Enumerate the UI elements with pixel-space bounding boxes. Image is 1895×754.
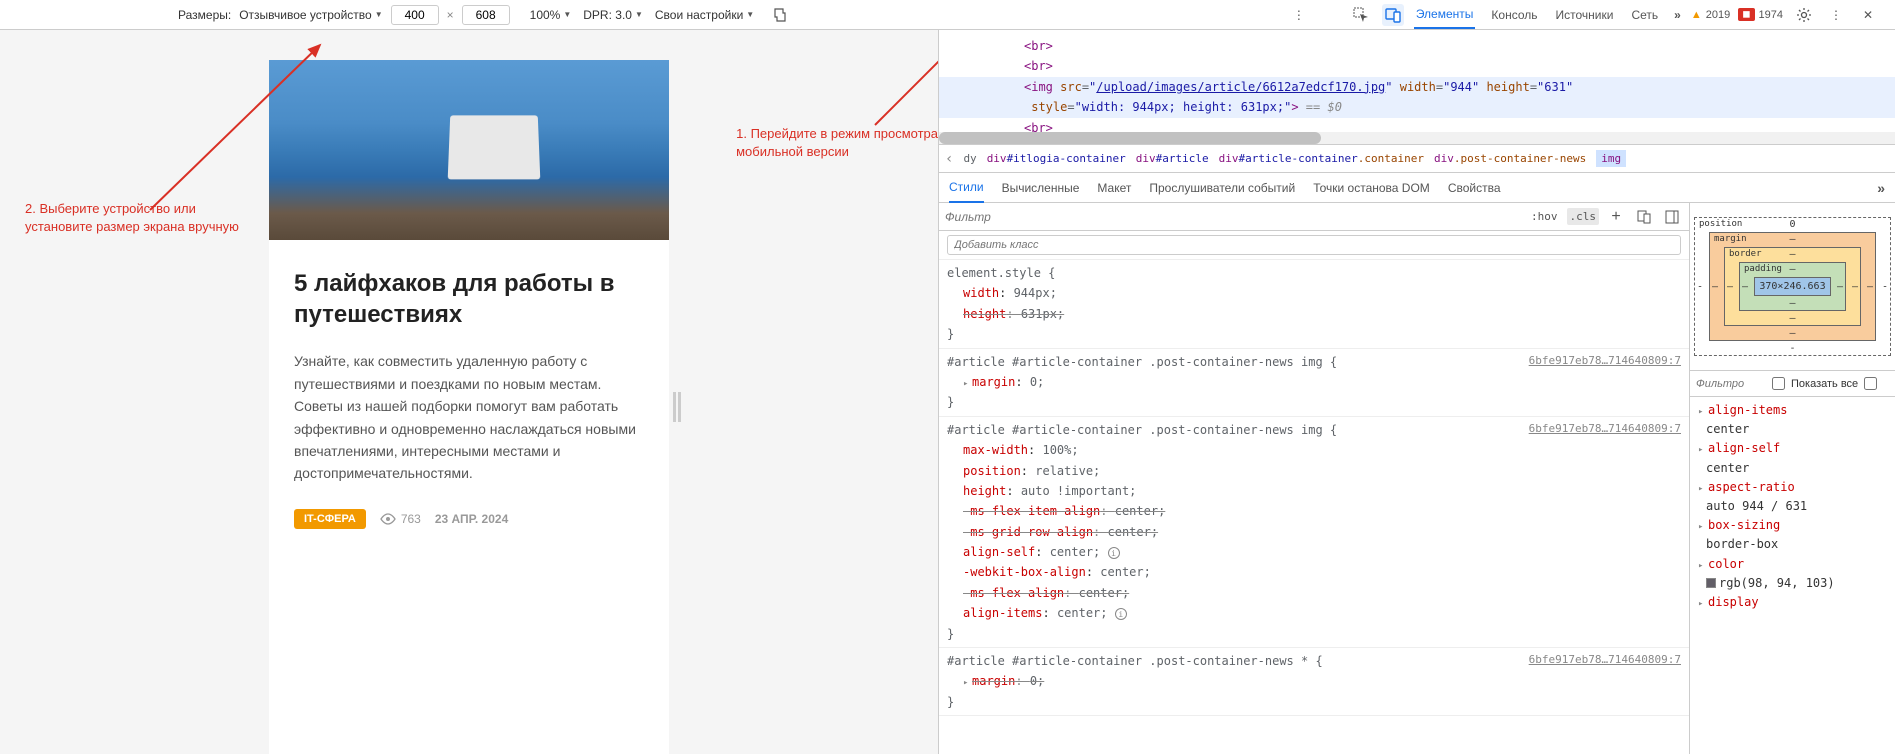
width-input[interactable] xyxy=(391,5,439,25)
group-checkbox[interactable] xyxy=(1864,377,1877,390)
zoom-value: 100% xyxy=(530,8,561,22)
device-viewport: 2. Выберите устройство или установите ра… xyxy=(0,30,938,754)
article-text: Узнайте, как совместить удаленную работу… xyxy=(294,350,644,484)
breadcrumb-item[interactable]: dy xyxy=(963,152,976,165)
settings-label: Свои настройки xyxy=(655,8,743,22)
views-count: 763 xyxy=(380,512,421,526)
device-controls: Размеры: Отзывчивое устройство ▼ × 100% … xyxy=(8,4,790,26)
dpr-value: DPR: 3.0 xyxy=(583,8,632,22)
settings-dropdown[interactable]: Свои настройки ▼ xyxy=(655,8,754,22)
article-title: 5 лайфхаков для работы в путешествиях xyxy=(294,268,644,330)
device-toolbar: Размеры: Отзывчивое устройство ▼ × 100% … xyxy=(0,0,1895,30)
subtab-listeners[interactable]: Прослушиватели событий xyxy=(1149,174,1295,202)
eye-icon xyxy=(380,513,396,525)
inspect-icon[interactable] xyxy=(1350,4,1372,26)
breadcrumb-item-selected[interactable]: img xyxy=(1596,150,1626,167)
devtools-tabs: Элементы Консоль Источники Сеть » xyxy=(1414,1,1681,29)
device-icon[interactable] xyxy=(1633,206,1655,228)
annotation-1: 1. Перейдите в режим просмотра мобильной… xyxy=(736,125,938,161)
subtab-layout[interactable]: Макет xyxy=(1097,174,1131,202)
device-mode-icon[interactable] xyxy=(1382,4,1404,26)
styles-filter-row: :hov .cls + xyxy=(939,203,1689,231)
article-date: 23 АПР. 2024 xyxy=(435,512,508,526)
article-content: 5 лайфхаков для работы в путешествиях Уз… xyxy=(269,240,669,557)
category-badge[interactable]: IT-СФЕРА xyxy=(294,509,366,529)
resize-handle[interactable] xyxy=(673,392,683,422)
article-meta: IT-СФЕРА 763 23 АПР. 2024 xyxy=(294,509,644,529)
panel-icon[interactable] xyxy=(1661,206,1683,228)
chevron-down-icon: ▼ xyxy=(563,10,571,19)
horizontal-scrollbar[interactable] xyxy=(939,132,1895,144)
tab-sources[interactable]: Источники xyxy=(1554,2,1616,28)
hov-toggle[interactable]: :hov xyxy=(1528,208,1561,225)
error-count: 1974 xyxy=(1759,9,1783,21)
breadcrumb-item[interactable]: div#article-container.container xyxy=(1219,152,1424,165)
more-icon[interactable]: ⋮ xyxy=(1288,4,1310,26)
show-all-label: Показать все xyxy=(1791,378,1858,390)
chevron-down-icon: ▼ xyxy=(635,10,643,19)
breadcrumb: ‹ dy div#itlogia-container div#article d… xyxy=(939,145,1895,173)
tab-network[interactable]: Сеть xyxy=(1629,2,1660,28)
breadcrumb-item[interactable]: div.post-container-news xyxy=(1434,152,1586,165)
show-all-checkbox[interactable] xyxy=(1772,377,1785,390)
annotation-2: 2. Выберите устройство или установите ра… xyxy=(25,200,239,236)
breadcrumb-item[interactable]: div#article xyxy=(1136,152,1209,165)
css-rules[interactable]: element.style {width: 944px;height: 631p… xyxy=(939,260,1689,754)
dimensions-label: Размеры: xyxy=(178,8,231,22)
chevron-down-icon: ▼ xyxy=(375,10,383,19)
breadcrumb-prev[interactable]: ‹ xyxy=(945,151,953,167)
new-rule-icon[interactable]: + xyxy=(1605,206,1627,228)
box-model[interactable]: position 0--- margin –––– border –––– pa… xyxy=(1690,203,1895,371)
warnings-area[interactable]: ▲2019 ◼1974 xyxy=(1691,8,1783,21)
computed-filter-input[interactable] xyxy=(1696,378,1766,390)
styles-filter-input[interactable] xyxy=(945,210,1522,224)
subtab-computed[interactable]: Вычисленные xyxy=(1002,174,1080,202)
computed-panel: position 0--- margin –––– border –––– pa… xyxy=(1690,203,1895,754)
subtab-dombp[interactable]: Точки останова DOM xyxy=(1313,174,1430,202)
styles-panel: :hov .cls + element.style {width: 944px;… xyxy=(939,203,1690,754)
more-icon[interactable]: ⋮ xyxy=(1825,4,1847,26)
dimension-separator: × xyxy=(447,8,454,22)
close-icon[interactable]: ✕ xyxy=(1857,4,1879,26)
device-dropdown[interactable]: Отзывчивое устройство ▼ xyxy=(239,8,382,22)
height-input[interactable] xyxy=(462,5,510,25)
rotate-icon[interactable] xyxy=(768,4,790,26)
breadcrumb-item[interactable]: div#itlogia-container xyxy=(987,152,1126,165)
subtab-styles[interactable]: Стили xyxy=(949,173,984,203)
more-subtabs-icon[interactable]: » xyxy=(1877,180,1885,196)
tab-console[interactable]: Консоль xyxy=(1489,2,1539,28)
styles-tabs: Стили Вычисленные Макет Прослушиватели с… xyxy=(939,173,1895,203)
selected-element[interactable]: <img src="/upload/images/article/6612a7e… xyxy=(939,77,1895,118)
gear-icon[interactable] xyxy=(1793,4,1815,26)
warning-count: 2019 xyxy=(1706,9,1730,21)
device-frame: 5 лайфхаков для работы в путешествиях Уз… xyxy=(269,60,669,754)
article-image xyxy=(269,60,669,240)
more-tabs-icon[interactable]: » xyxy=(1674,8,1681,22)
add-class-input[interactable] xyxy=(947,235,1681,255)
computed-filter-row: Показать все xyxy=(1690,371,1895,397)
box-content: 370×246.663 xyxy=(1754,277,1831,296)
add-class-row xyxy=(939,231,1689,260)
devtools-toolbar: ⋮ Элементы Консоль Источники Сеть » ▲201… xyxy=(1288,1,1887,29)
devtools-panel: <br> <br> <img src="/upload/images/artic… xyxy=(938,30,1895,754)
dpr-dropdown[interactable]: DPR: 3.0 ▼ xyxy=(583,8,643,22)
subtab-props[interactable]: Свойства xyxy=(1448,174,1501,202)
elements-tree[interactable]: <br> <br> <img src="/upload/images/artic… xyxy=(939,30,1895,145)
computed-list[interactable]: ▸align-itemscenter▸align-selfcenter▸aspe… xyxy=(1690,397,1895,754)
tab-elements[interactable]: Элементы xyxy=(1414,1,1476,29)
zoom-dropdown[interactable]: 100% ▼ xyxy=(530,8,572,22)
chevron-down-icon: ▼ xyxy=(746,10,754,19)
device-name: Отзывчивое устройство xyxy=(239,8,372,22)
cls-toggle[interactable]: .cls xyxy=(1567,208,1600,225)
